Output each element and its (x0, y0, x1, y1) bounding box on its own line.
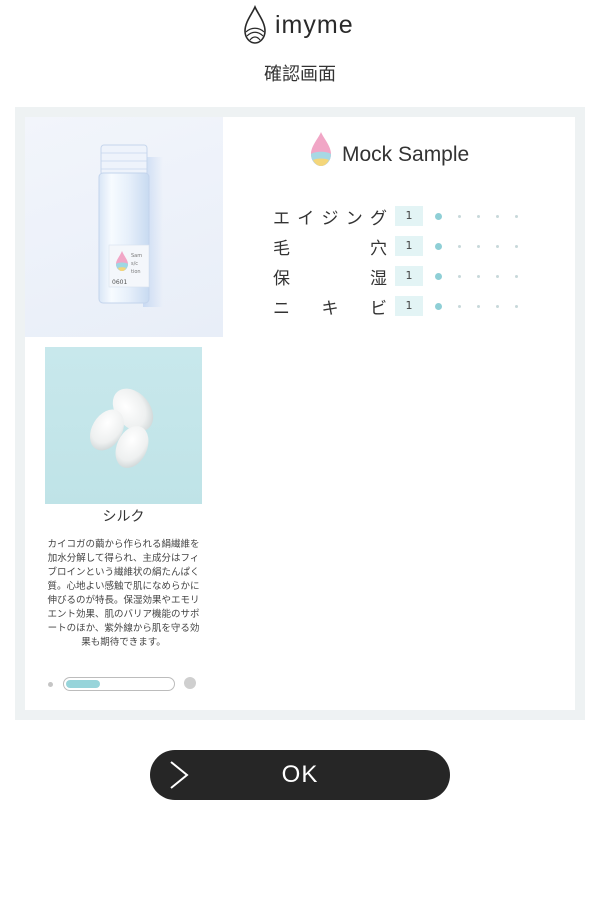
bottle-code: 0601 (112, 279, 127, 286)
scale-dot (477, 244, 480, 248)
metric-scale (435, 206, 534, 226)
bottle-label-line-3: tion (131, 269, 141, 275)
metric-label-char: イ (297, 208, 315, 229)
metric-scale (435, 266, 534, 286)
silk-image (45, 347, 202, 504)
scale-dot (477, 214, 480, 218)
scale-dot (496, 274, 499, 278)
drop-logo-icon (244, 5, 266, 44)
metric-value: 1 (395, 236, 423, 256)
scale-dot (435, 212, 442, 220)
scale-dot (515, 244, 518, 248)
scale-dot (435, 272, 442, 280)
metric-label-char: ビ (370, 298, 387, 319)
ingredient-card: シルク カイコガの繭から作られる絹繊維を加水分解して得られ、主成分はフィブロイン… (45, 347, 202, 650)
carousel-next-dot[interactable] (184, 677, 196, 689)
brand-logo[interactable]: imyme (243, 5, 354, 45)
ingredient-name: シルク (102, 509, 145, 525)
product-image: Sam s/c tion 0601 (25, 117, 223, 337)
scale-dot (496, 244, 499, 248)
ingredient-carousel-slider[interactable] (45, 675, 205, 695)
logo-text: imyme (275, 10, 354, 39)
carousel-track[interactable] (63, 677, 175, 691)
metric-scale (435, 296, 534, 316)
scale-dot (496, 304, 499, 308)
bottle-illustration: Sam s/c tion 0601 (98, 144, 163, 307)
header: imyme 確認画面 (0, 0, 600, 100)
sample-name: Mock Sample (342, 143, 470, 166)
metric-value: 1 (395, 206, 423, 226)
metric-label: エイジング (273, 204, 387, 229)
metric-label-char: エ (273, 208, 290, 229)
carousel-prev-dot[interactable] (48, 682, 53, 687)
metric-label-char: 湿 (370, 268, 387, 289)
ok-button-label: OK (281, 761, 319, 788)
scale-dot (515, 214, 518, 218)
confirmation-card: Sam s/c tion 0601 シルク カイコガの繭から作られる絹繊維を加水… (25, 117, 575, 710)
metric-label: ニキビ (273, 294, 387, 319)
scale-dot (515, 274, 518, 278)
scale-dot (435, 242, 442, 250)
page-title: 確認画面 (264, 64, 336, 85)
carousel-progress (66, 680, 100, 688)
metric-label-char: ジ (321, 208, 339, 229)
scale-dot (515, 304, 518, 308)
metric-label-char: キ (321, 298, 339, 319)
metric-row: 毛穴1 (273, 231, 543, 261)
metric-label-char: ン (345, 208, 363, 229)
silk-cocoons-illustration (89, 388, 154, 468)
scale-dot (458, 214, 461, 218)
scale-dot (477, 274, 480, 278)
metric-value: 1 (395, 266, 423, 286)
metric-scale (435, 236, 534, 256)
metric-value: 1 (395, 296, 423, 316)
ok-button[interactable]: OK (150, 750, 450, 800)
drop-color-icon (311, 132, 331, 166)
metric-label-char: グ (370, 208, 387, 229)
confirmation-panel: Sam s/c tion 0601 シルク カイコガの繭から作られる絹繊維を加水… (15, 107, 585, 720)
metric-label-char: 穴 (370, 238, 387, 259)
scale-dot (435, 302, 442, 310)
bottle-label-line-2: s/c (131, 261, 138, 267)
metric-label-char: ニ (273, 298, 290, 319)
sample-header: Mock Sample (310, 129, 469, 169)
metric-row: 保湿1 (273, 261, 543, 291)
metric-label-char: 毛 (273, 238, 290, 259)
ingredient-description: カイコガの繭から作られる絹繊維を加水分解して得られ、主成分はフィブロインという繊… (47, 539, 200, 648)
metric-label: 保湿 (273, 264, 387, 289)
bottle-label-line-1: Sam (131, 253, 142, 259)
metric-label-char: 保 (273, 268, 290, 289)
metric-row: エイジング1 (273, 201, 543, 231)
scale-dot (496, 214, 499, 218)
scale-dot (477, 304, 480, 308)
metric-label: 毛穴 (273, 234, 387, 259)
scale-dot (458, 274, 461, 278)
metrics-list: エイジング1毛穴1保湿1ニキビ1 (273, 201, 543, 321)
scale-dot (458, 244, 461, 248)
scale-dot (458, 304, 461, 308)
metric-row: ニ キ ビ1 (273, 291, 543, 321)
